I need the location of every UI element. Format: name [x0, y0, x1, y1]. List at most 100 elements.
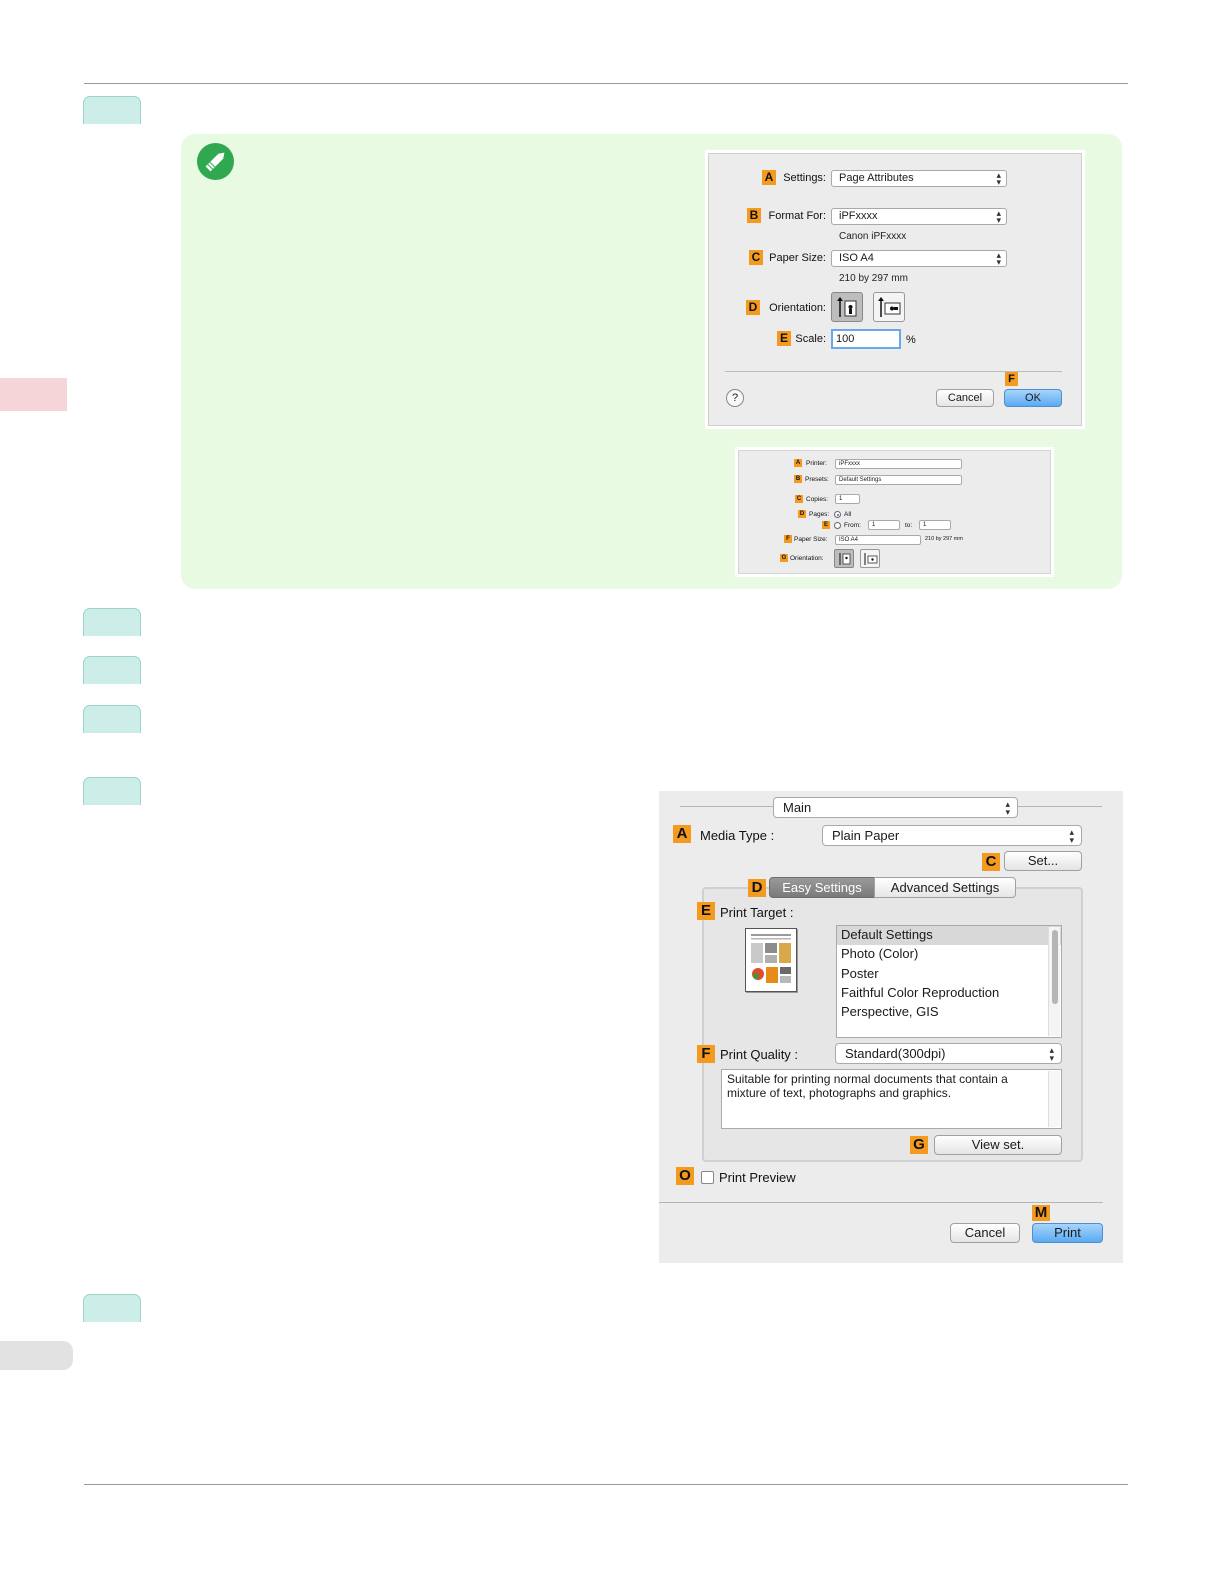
callout-o-main: O [676, 1167, 694, 1185]
panel-select[interactable]: Main ▴ ▾ [773, 797, 1018, 818]
scale-label: Scale: [795, 333, 826, 345]
page-setup-dialog [708, 153, 1082, 426]
copies-label: Copies: [806, 496, 829, 503]
updown-arrows-icon: ▴ ▾ [1069, 827, 1074, 845]
list-item[interactable]: Poster [837, 965, 1061, 984]
presets-select[interactable]: Default Settings [835, 475, 962, 485]
panel-value: Main [783, 800, 812, 815]
paper-dimensions-text: 210 by 297 mm [839, 273, 908, 284]
from-label: From: [844, 522, 861, 529]
updown-arrows-icon: ▴ ▾ [996, 208, 1001, 225]
callout-d-main: D [748, 879, 766, 897]
step-marker [83, 656, 141, 684]
settings-label: Settings: [783, 172, 826, 184]
copies-input[interactable]: 1 [835, 494, 860, 504]
media-type-select[interactable]: Plain Paper ▴ ▾ [822, 825, 1082, 846]
quality-description: Suitable for printing normal documents t… [727, 1072, 1008, 1100]
tab-easy-settings[interactable]: Easy Settings [769, 877, 875, 898]
list-scrollbar[interactable] [1048, 927, 1060, 1036]
list-item[interactable]: Photo (Color) [837, 945, 1061, 964]
orientation-label-small: Orientation: [790, 555, 824, 562]
callout-a-small: A [794, 459, 802, 467]
cancel-button[interactable]: Cancel [936, 389, 994, 407]
tab-advanced-settings[interactable]: Advanced Settings [874, 877, 1016, 898]
callout-b: B [747, 208, 761, 223]
print-button[interactable]: Print [1032, 1223, 1103, 1243]
callout-c-main: C [982, 853, 1000, 871]
portrait-button[interactable] [831, 292, 863, 322]
bottom-rule [84, 1484, 1128, 1485]
callout-g-small: G [780, 554, 788, 562]
view-set-button[interactable]: View set. [934, 1135, 1062, 1155]
step-marker [83, 96, 141, 124]
updown-arrows-icon: ▴ ▾ [1049, 1045, 1054, 1063]
printer-select[interactable]: iPFxxxx [835, 459, 962, 469]
format-for-value: iPFxxxx [839, 210, 878, 222]
paper-size-select-small[interactable]: ISO A4 [835, 535, 921, 545]
callout-d: D [746, 300, 760, 315]
paper-size-label-small: Paper Size: [794, 536, 828, 543]
portrait-button-small[interactable] [834, 549, 854, 568]
print-quality-select[interactable]: Standard(300dpi) ▴ ▾ [835, 1043, 1062, 1064]
format-for-label: Format For: [768, 210, 826, 222]
callout-f: F [1005, 372, 1018, 386]
scrollbar-thumb[interactable] [1052, 930, 1058, 1004]
step-marker [83, 777, 141, 805]
orientation-label: Orientation: [769, 302, 826, 314]
print-target-list[interactable]: Default Settings Photo (Color) Poster Fa… [836, 925, 1062, 1038]
updown-arrows-icon: ▴ ▾ [996, 170, 1001, 187]
printer-model-text: Canon iPFxxxx [839, 231, 907, 242]
top-rule [84, 83, 1128, 84]
landscape-button-small[interactable] [860, 549, 880, 568]
print-quality-label: Print Quality : [720, 1047, 799, 1062]
callout-m-main: M [1032, 1205, 1050, 1221]
to-input[interactable]: 1 [919, 520, 951, 530]
cancel-button-main[interactable]: Cancel [950, 1223, 1020, 1243]
portrait-icon [837, 297, 857, 317]
pages-all-radio[interactable] [834, 511, 841, 518]
media-type-value: Plain Paper [832, 828, 900, 843]
callout-d-small: D [798, 510, 806, 518]
scale-unit: % [906, 334, 916, 346]
pages-label: Pages: [809, 511, 830, 518]
callout-a-main: A [673, 825, 691, 843]
settings-select[interactable]: Page Attributes ▴ ▾ [831, 170, 1007, 187]
print-preview-label: Print Preview [719, 1170, 796, 1185]
print-preview-checkbox[interactable] [701, 1171, 714, 1184]
list-item[interactable]: Faithful Color Reproduction [837, 984, 1061, 1003]
settings-value: Page Attributes [839, 172, 914, 184]
landscape-icon [864, 553, 878, 565]
landscape-button[interactable] [873, 292, 905, 322]
list-item[interactable]: Perspective, GIS [837, 1003, 1061, 1022]
from-input[interactable]: 1 [868, 520, 900, 530]
pages-range-radio[interactable] [834, 522, 841, 529]
format-for-select[interactable]: iPFxxxx ▴ ▾ [831, 208, 1007, 225]
ok-button[interactable]: OK [1004, 389, 1062, 407]
callout-e-small: E [822, 521, 830, 529]
callout-e-main: E [697, 902, 715, 920]
list-item[interactable]: Default Settings [837, 926, 1061, 946]
footer-divider [659, 1202, 1103, 1203]
print-target-label: Print Target : [720, 905, 794, 920]
step-marker [83, 1294, 141, 1322]
page-side-tab [0, 1341, 73, 1370]
print-quality-value: Standard(300dpi) [845, 1046, 946, 1061]
callout-b-small: B [794, 475, 802, 483]
scale-input[interactable]: 100 [831, 329, 901, 349]
quality-description-box: Suitable for printing normal documents t… [721, 1069, 1062, 1129]
help-button[interactable]: ? [726, 389, 744, 407]
updown-arrows-icon: ▴ ▾ [1005, 799, 1010, 817]
paper-dimensions-small: 210 by 297 mm [925, 536, 963, 542]
paper-size-label: Paper Size: [769, 252, 826, 264]
set-button[interactable]: Set... [1004, 851, 1082, 871]
callout-g-main: G [910, 1136, 928, 1154]
to-label: to: [905, 522, 913, 529]
portrait-icon [839, 553, 851, 565]
paper-size-select[interactable]: ISO A4 ▴ ▾ [831, 250, 1007, 267]
printer-label: Printer: [806, 460, 827, 467]
callout-e: E [777, 331, 791, 346]
presets-label: Presets: [805, 476, 829, 483]
callout-c: C [749, 250, 763, 265]
description-scrollbar[interactable] [1048, 1071, 1060, 1127]
updown-arrows-icon: ▴ ▾ [996, 250, 1001, 267]
